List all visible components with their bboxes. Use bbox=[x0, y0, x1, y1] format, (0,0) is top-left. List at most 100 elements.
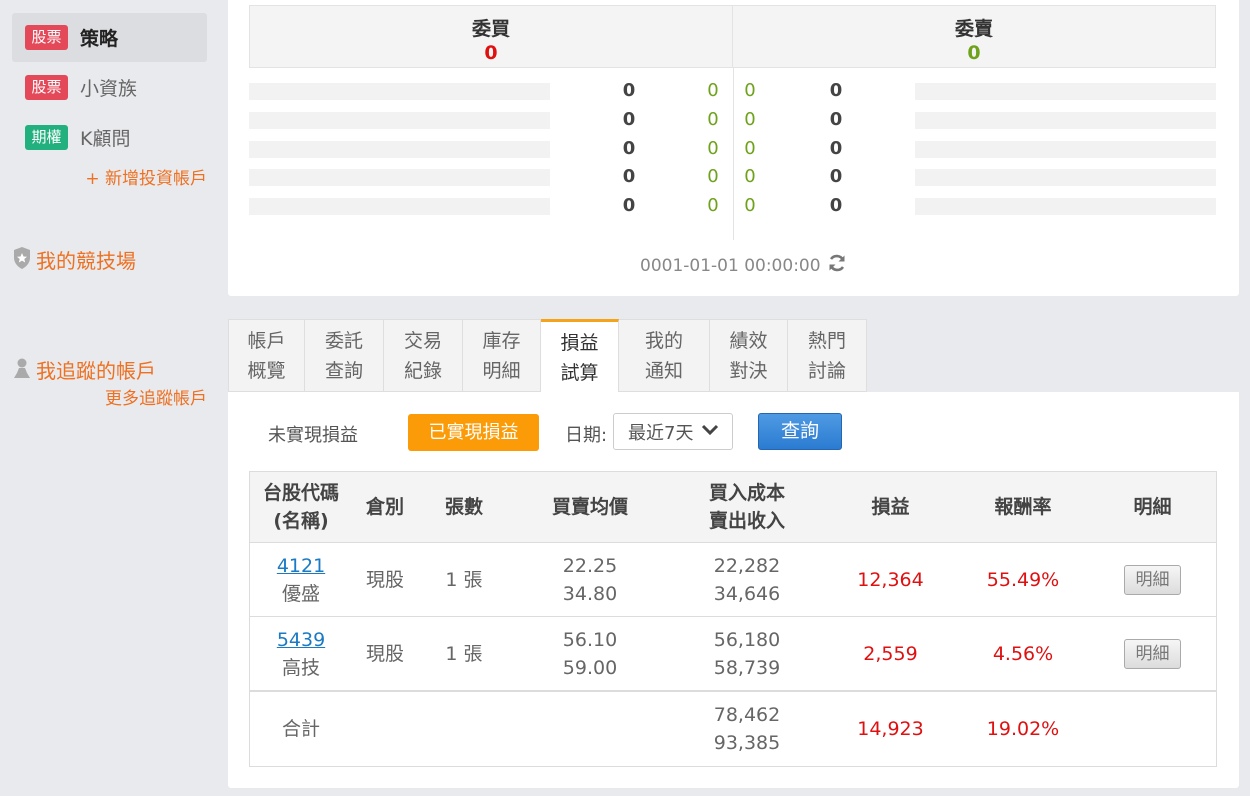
ask-summary: 委賣 0 bbox=[732, 6, 1215, 67]
header-code: 台股代碼 (名稱) bbox=[249, 471, 352, 543]
total-label: 合計 bbox=[249, 690, 352, 767]
ask-price: 0 bbox=[744, 80, 756, 101]
bid-price: 0 bbox=[707, 166, 719, 187]
account-badge: 股票 bbox=[25, 75, 68, 100]
account-badge: 期權 bbox=[25, 125, 68, 150]
date-range-value: 最近7天 bbox=[628, 422, 694, 444]
bid-bar bbox=[249, 83, 550, 100]
stock-cell: 4121 優盛 bbox=[249, 542, 352, 617]
arena-link[interactable]: 我的競技場 bbox=[12, 245, 136, 274]
ask-qty: 0 bbox=[829, 138, 843, 159]
bid-bar bbox=[249, 112, 550, 129]
tab-label: 討論 bbox=[807, 359, 846, 382]
following-link[interactable]: 我追蹤的帳戶 bbox=[12, 355, 156, 384]
buy-cost: 22,282 bbox=[713, 554, 781, 577]
tab-label: 對決 bbox=[729, 359, 768, 382]
header-detail: 明細 bbox=[1089, 471, 1217, 543]
unrealized-pl-toggle[interactable]: 未實現損益 bbox=[268, 421, 358, 447]
ask-label: 委賣 bbox=[954, 18, 993, 40]
detail-button[interactable]: 明細 bbox=[1124, 638, 1181, 669]
table-row: 5439 高技 現股 1 張 56.10 59.00 56,180 58,739… bbox=[249, 616, 1217, 691]
detail-cell: 明細 bbox=[1089, 616, 1217, 691]
header-pl: 損益 bbox=[824, 471, 957, 543]
account-item-small-investor[interactable]: 股票 小資族 bbox=[12, 63, 207, 112]
account-item-k-advisor[interactable]: 期權 K顧問 bbox=[12, 113, 207, 162]
tab-label: 損益 bbox=[560, 331, 599, 354]
detail-button[interactable]: 明細 bbox=[1124, 564, 1181, 595]
pl-table: 台股代碼 (名稱) 倉別 張數 買賣均價 買入成本 賣出收入 損益 報酬率 明細 4… bbox=[249, 471, 1217, 767]
tab-label: 熱門 bbox=[807, 329, 846, 352]
tab-notifications[interactable]: 我的 通知 bbox=[619, 319, 710, 392]
tab-trade-history[interactable]: 交易 紀錄 bbox=[384, 319, 463, 392]
avg-price-cell: 22.25 34.80 bbox=[510, 542, 670, 617]
shield-star-icon bbox=[12, 246, 32, 274]
stock-cell: 5439 高技 bbox=[249, 616, 352, 691]
header-cost-income: 買入成本 賣出收入 bbox=[670, 471, 824, 543]
account-name: 策略 bbox=[80, 28, 119, 50]
total-income: 93,385 bbox=[713, 732, 781, 754]
order-book-row: 0 0 0 0 bbox=[249, 80, 1217, 109]
table-header-row: 台股代碼 (名稱) 倉別 張數 買賣均價 買入成本 賣出收入 損益 報酬率 明細 bbox=[249, 471, 1217, 543]
order-book-header: 委買 0 委賣 0 bbox=[249, 5, 1216, 68]
tab-label: 委託 bbox=[324, 329, 363, 352]
tab-order-query[interactable]: 委託 查詢 bbox=[305, 319, 384, 392]
sell-income: 34,646 bbox=[713, 582, 781, 605]
lots-cell: 1 張 bbox=[418, 542, 510, 617]
bid-qty: 0 bbox=[622, 166, 636, 187]
bid-bar bbox=[249, 198, 550, 215]
bid-label: 委買 bbox=[471, 18, 510, 40]
tab-label: 概覽 bbox=[247, 359, 286, 382]
query-button[interactable]: 查詢 bbox=[758, 413, 842, 450]
pl-cell: 12,364 bbox=[824, 542, 957, 617]
date-range-select[interactable]: 最近7天 bbox=[613, 413, 733, 450]
sidebar: 股票 策略 股票 小資族 期權 K顧問 + 新增投資帳戶 我的競技場 我追蹤的帳… bbox=[0, 0, 220, 796]
chevron-down-icon bbox=[701, 421, 719, 442]
ask-price: 0 bbox=[744, 195, 756, 216]
bid-price: 0 bbox=[707, 80, 719, 101]
sell-avg: 34.80 bbox=[562, 582, 618, 605]
bid-summary: 委買 0 bbox=[250, 6, 732, 67]
tab-label: 庫存 bbox=[482, 329, 521, 352]
empty-cell bbox=[352, 690, 418, 767]
order-book-panel: 委買 0 委賣 0 0 0 0 0 0 0 0 0 0 0 0 0 0 0 0 bbox=[228, 0, 1239, 296]
tab-performance-duel[interactable]: 績效 對決 bbox=[710, 319, 788, 392]
stock-code-link[interactable]: 4121 bbox=[250, 552, 352, 580]
ask-bar bbox=[915, 169, 1216, 186]
tab-hot-discussion[interactable]: 熱門 討論 bbox=[788, 319, 867, 392]
lots-cell: 1 張 bbox=[418, 616, 510, 691]
header-position: 倉別 bbox=[352, 471, 418, 543]
stock-code-link[interactable]: 5439 bbox=[250, 626, 352, 654]
ask-qty: 0 bbox=[829, 109, 843, 130]
sell-avg: 59.00 bbox=[562, 656, 618, 679]
bid-price: 0 bbox=[707, 195, 719, 216]
realized-pl-toggle[interactable]: 已實現損益 bbox=[408, 414, 539, 451]
detail-cell: 明細 bbox=[1089, 542, 1217, 617]
tab-label: 我的 bbox=[644, 329, 683, 352]
stock-name: 優盛 bbox=[281, 582, 320, 605]
account-tabs: 帳戶 概覽 委託 查詢 交易 紀錄 庫存 明細 損益 試算 我的通知 績效 對決 熱門討論 bbox=[228, 319, 867, 393]
bid-qty: 0 bbox=[622, 80, 636, 101]
tab-inventory[interactable]: 庫存 明細 bbox=[463, 319, 541, 392]
bid-qty: 0 bbox=[622, 109, 636, 130]
tab-pl-calculation[interactable]: 損益 試算 bbox=[541, 319, 619, 393]
position-cell: 現股 bbox=[352, 616, 418, 691]
avg-price-cell: 56.10 59.00 bbox=[510, 616, 670, 691]
order-book-row: 0 0 0 0 bbox=[249, 138, 1217, 167]
roi-cell: 55.49% bbox=[957, 542, 1089, 617]
total-row: 合計 78,462 93,385 14,923 19.02% bbox=[249, 690, 1217, 767]
table-row: 4121 優盛 現股 1 張 22.25 34.80 22,282 34,646… bbox=[249, 542, 1217, 617]
more-following-link[interactable]: 更多追蹤帳戶 bbox=[105, 384, 207, 409]
add-account-link[interactable]: + 新增投資帳戶 bbox=[85, 164, 207, 189]
tab-label: 通知 bbox=[644, 359, 683, 382]
buy-cost: 56,180 bbox=[713, 628, 781, 651]
tab-label: 紀錄 bbox=[403, 359, 442, 382]
ask-qty: 0 bbox=[829, 166, 843, 187]
pl-panel: 未實現損益 已實現損益 日期: 最近7天 查詢 台股代碼 (名稱) 倉別 張數 買… bbox=[228, 392, 1239, 788]
date-label: 日期: bbox=[565, 425, 608, 446]
account-item-strategy[interactable]: 股票 策略 bbox=[12, 13, 207, 62]
header-avg-price: 買賣均價 bbox=[510, 471, 670, 543]
header-lots: 張數 bbox=[418, 471, 510, 543]
tab-account-overview[interactable]: 帳戶 概覽 bbox=[228, 319, 305, 392]
refresh-icon[interactable] bbox=[827, 253, 847, 278]
pl-cell: 2,559 bbox=[824, 616, 957, 691]
